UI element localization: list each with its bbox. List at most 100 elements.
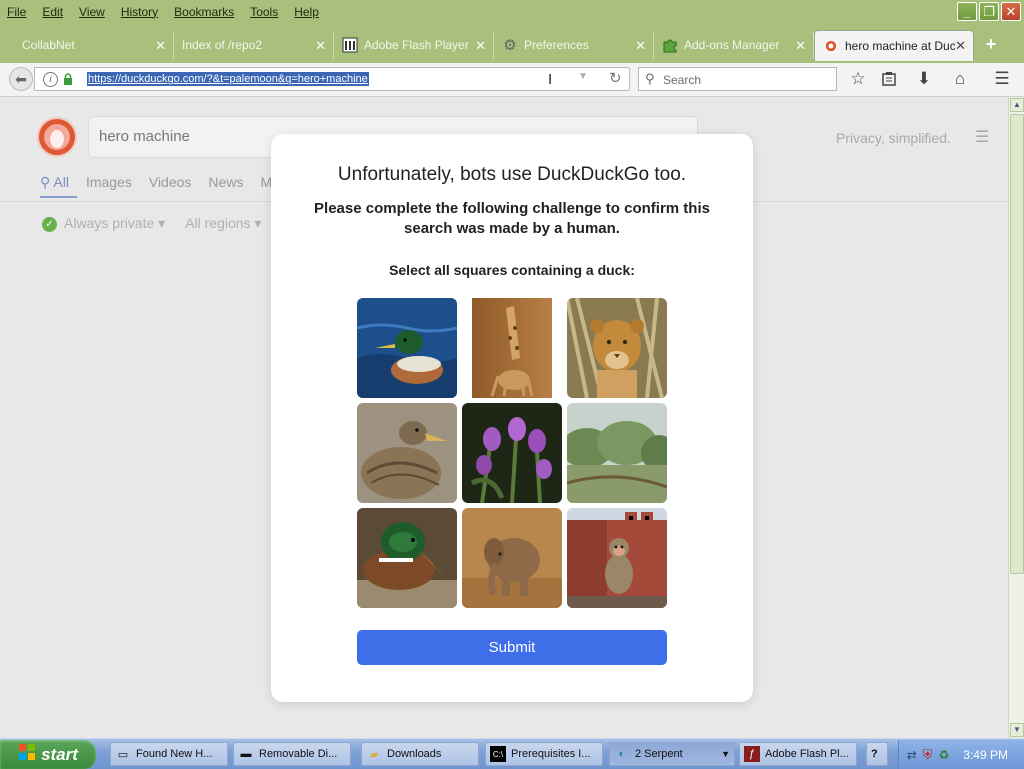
ddg-tab-label: All [53,174,69,190]
captcha-tile-baby-elephant[interactable] [462,508,562,608]
captcha-tile-lion-cub[interactable] [567,298,667,398]
start-label: start [41,744,78,764]
taskbar-help-icon[interactable]: ? [866,742,888,766]
maximize-button[interactable]: ❐ [979,2,999,21]
url-bar[interactable]: i https://duckduckgo.com/?&t=palemoon&q=… [34,67,630,91]
active-tab-underline [40,196,77,198]
task-label: 2 Serpent [635,748,683,760]
taskbar-item-prerequisites[interactable]: C:\ Prerequisites I... [485,742,603,766]
new-tab-button[interactable]: + [982,35,1000,53]
navigation-toolbar: ⬅ i https://duckduckgo.com/?&t=palemoon&… [0,63,1024,97]
home-icon[interactable]: ⌂ [949,68,971,90]
task-label: Adobe Flash Pl... [765,748,849,760]
menu-bookmarks[interactable]: Bookmarks [174,5,234,19]
captcha-tile-monkey-fort[interactable] [567,508,667,608]
taskbar-item-serpent[interactable]: ◐ 2 Serpent ▼ [609,742,735,766]
tab-index-repo2[interactable]: Index of /repo2 ✕ [174,31,334,59]
hamburger-menu-icon[interactable]: ☰ [991,68,1013,90]
chevron-down-icon: ▼ [721,749,730,759]
ddg-tab-all[interactable]: ⚲ All [40,174,69,191]
folder-icon: ▰ [369,748,379,761]
tab-label: Add-ons Manager [684,38,780,52]
window-controls: _ ❐ ✕ [957,2,1021,21]
security-shield-icon[interactable]: ⛨ [923,747,933,763]
captcha-tile-duck-water[interactable] [357,298,457,398]
ddg-filters: ✓ Always private ▾ All regions ▾ [42,215,261,232]
safely-remove-icon[interactable]: ♻ [939,748,950,762]
task-label: Found New H... [136,748,213,760]
close-tab-icon[interactable]: ✕ [795,38,806,54]
ddg-tab-videos[interactable]: Videos [149,174,192,191]
duckduckgo-logo[interactable] [37,117,77,157]
bookmark-star-icon[interactable]: ☆ [847,68,869,90]
ddg-query-text: hero machine [99,128,190,145]
modal-instruction: Select all squares containing a duck: [389,262,635,278]
close-tab-icon[interactable]: ✕ [955,38,966,54]
close-tab-icon[interactable]: ✕ [315,38,326,54]
tab-hero-machine[interactable]: hero machine at Duc ✕ [814,30,974,61]
menu-file[interactable]: File [7,5,26,19]
tab-addons-manager[interactable]: Add-ons Manager ✕ [654,31,814,59]
scroll-down-arrow-icon[interactable]: ▼ [1010,723,1024,737]
region-filter[interactable]: All regions ▾ [185,215,261,232]
drive-icon: ▬ [240,748,252,760]
tab-label: Adobe Flash Player [364,38,469,52]
taskbar-item-removable-disk[interactable]: ▬ Removable Di... [233,742,351,766]
download-icon[interactable]: ⬇ [913,68,935,90]
captcha-tile-mallard[interactable] [357,508,457,608]
tab-collabnet[interactable]: CollabNet ✕ [14,31,174,59]
taskbar-item-found-new-hardware[interactable]: ▭ Found New H... [110,742,228,766]
menu-edit[interactable]: Edit [42,5,63,19]
taskbar-item-downloads[interactable]: ▰ Downloads [361,742,479,766]
tab-preferences[interactable]: ⚙ Preferences ✕ [494,31,654,59]
bookmarks-list-icon[interactable] [878,68,900,90]
captcha-tile-trees[interactable] [567,403,667,503]
captcha-image-grid [357,298,667,608]
captcha-tile-purple-flowers[interactable] [462,403,562,503]
tab-adobe-flash-player[interactable]: Adobe Flash Player ✕ [334,31,494,59]
scroll-thumb[interactable] [1010,114,1024,574]
task-label: Prerequisites I... [511,748,591,760]
close-tab-icon[interactable]: ✕ [155,38,166,54]
minimize-button[interactable]: _ [957,2,977,21]
duckduckgo-icon [823,38,839,54]
system-tray: ⇄ ⛨ ♻ 3:49 PM [898,740,1024,769]
reload-icon[interactable]: ↻ [609,69,622,87]
clock: 3:49 PM [963,747,1008,762]
always-private-filter[interactable]: ✓ Always private ▾ [42,215,165,232]
ddg-tab-images[interactable]: Images [86,174,132,191]
puzzle-icon [662,37,678,53]
page-scrollbar[interactable]: ▲ ▼ [1008,97,1024,738]
url-text[interactable]: https://duckduckgo.com/?&t=palemoon&q=he… [87,72,369,86]
modal-subtitle: Please complete the following challenge … [314,200,710,237]
menu-help[interactable]: Help [294,5,319,19]
scroll-up-arrow-icon[interactable]: ▲ [1010,98,1024,112]
search-icon: ⚲ [645,71,655,86]
close-tab-icon[interactable]: ✕ [475,38,486,54]
dropdown-arrow-icon[interactable]: ▼ [578,71,588,82]
taskbar-item-adobe-flash[interactable]: ƒ Adobe Flash Pl... [739,742,857,766]
ddg-menu-icon[interactable]: ☰ [975,127,989,147]
submit-button[interactable]: Submit [357,630,667,665]
start-button[interactable]: start [0,740,96,769]
ddg-results-tabs: ⚲ All Images Videos News M [40,174,272,191]
close-window-button[interactable]: ✕ [1001,2,1021,21]
search-bar[interactable]: ⚲ Search [638,67,837,91]
captcha-tile-brown-duck[interactable] [357,403,457,503]
network-icon[interactable]: ⇄ [907,748,917,762]
captcha-tile-giraffe[interactable] [462,298,562,398]
gear-icon: ⚙ [503,37,517,54]
ddg-tab-news[interactable]: News [208,174,243,191]
menu-history[interactable]: History [121,5,158,19]
back-button[interactable]: ⬅ [9,67,33,91]
arrow-left-icon: ⬅ [15,70,27,87]
menu-tools[interactable]: Tools [250,5,278,19]
flash-icon: ƒ [744,746,760,762]
info-icon[interactable]: i [43,72,58,87]
menu-view[interactable]: View [79,5,105,19]
tab-label: Index of /repo2 [182,38,263,52]
window-icon: ▭ [117,748,129,761]
task-label: Downloads [387,748,442,760]
ddg-tagline: Privacy, simplified. [836,130,951,146]
close-tab-icon[interactable]: ✕ [635,38,646,54]
